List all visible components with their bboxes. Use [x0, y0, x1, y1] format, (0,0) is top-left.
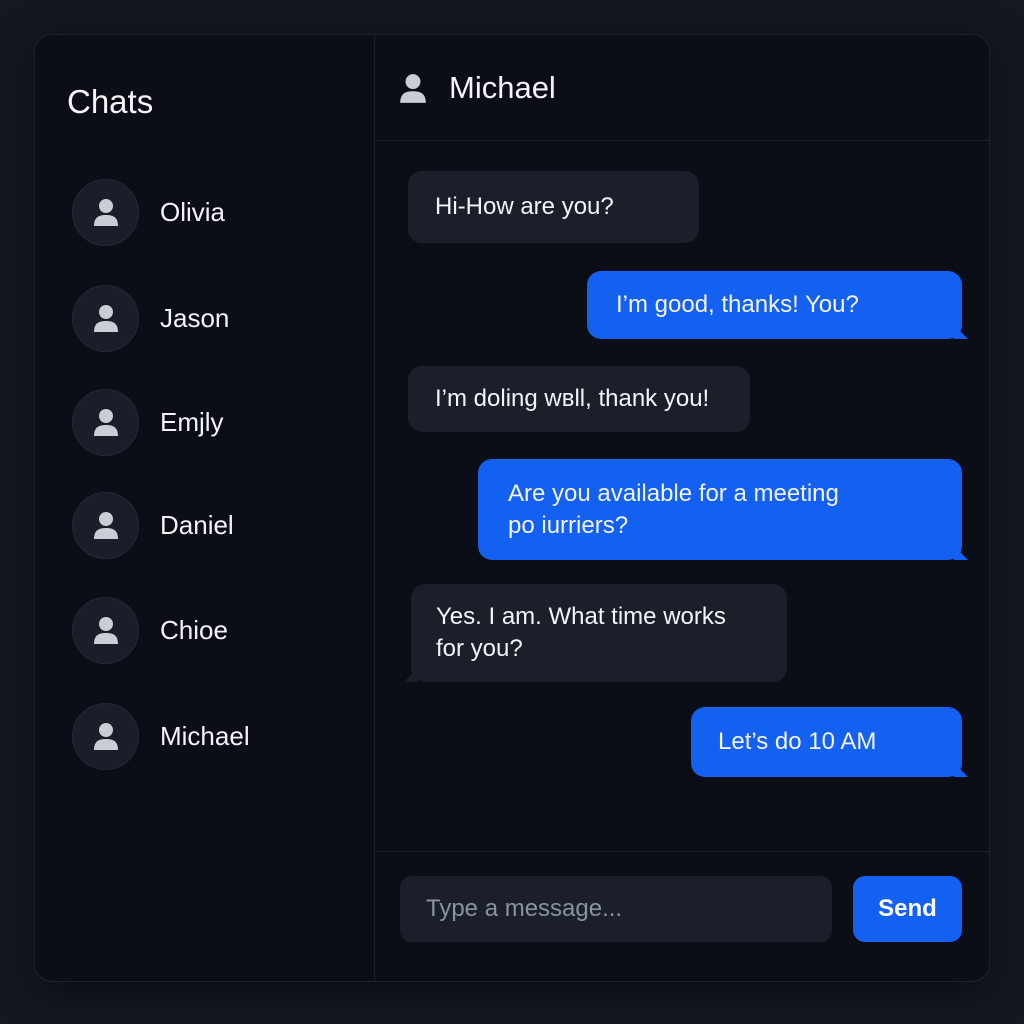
- contact-name: Chioe: [160, 614, 228, 645]
- message-text: I’m doling wвll, thank you!: [435, 385, 710, 412]
- user-icon: [93, 199, 118, 226]
- chat-header: Michael: [375, 35, 989, 141]
- avatar: [72, 178, 139, 246]
- contact-name: Olivia: [160, 196, 226, 227]
- message-text-line: po iurriers?: [508, 511, 629, 539]
- user-icon: [93, 305, 118, 332]
- send-button[interactable]: Send: [853, 876, 962, 942]
- contact-item-michael[interactable]: Michael: [72, 702, 352, 770]
- message-text: Hi-How are you?: [435, 193, 614, 220]
- message-text: I’m good, thanks! You?: [616, 291, 859, 318]
- avatar: [72, 388, 139, 456]
- contact-name: Emjly: [160, 406, 224, 437]
- contact-item-emjly[interactable]: Emjly: [72, 388, 352, 456]
- user-icon: [93, 512, 118, 539]
- message-outgoing: Are you available for a meeting po iurri…: [478, 459, 962, 560]
- contact-name: Jason: [160, 302, 230, 333]
- user-icon: [400, 73, 426, 103]
- message-text-line: Yes. I am. What time works: [436, 603, 726, 630]
- message-outgoing: I’m good, thanks! You?: [587, 271, 962, 339]
- user-icon: [93, 409, 118, 436]
- message-outgoing: Let’s do 10 AM: [691, 707, 962, 777]
- contact-item-daniel[interactable]: Daniel: [72, 491, 352, 559]
- avatar: [72, 596, 139, 664]
- contact-item-jason[interactable]: Jason: [72, 284, 352, 352]
- sidebar-title: Chats: [67, 83, 154, 120]
- avatar: [72, 491, 139, 559]
- contact-name: Michael: [160, 720, 250, 751]
- message-incoming: I’m doling wвll, thank you!: [408, 366, 750, 432]
- chat-window: Chats Olivia Jason Emjly Daniel Chioe Mi…: [34, 34, 990, 982]
- message-incoming: Yes. I am. What time works for you?: [411, 584, 787, 682]
- contact-item-olivia[interactable]: Olivia: [72, 178, 352, 246]
- sidebar: Chats Olivia Jason Emjly Daniel Chioe Mi…: [35, 35, 375, 981]
- message-text-line: Are you available for a meeting: [508, 479, 839, 507]
- avatar: [72, 284, 139, 352]
- composer: Send: [375, 851, 989, 981]
- message-text-line: for you?: [436, 635, 523, 662]
- user-icon: [93, 617, 118, 644]
- contact-item-chioe[interactable]: Chioe: [72, 596, 352, 664]
- contact-name: Daniel: [160, 509, 234, 540]
- avatar: [72, 702, 139, 770]
- chat-contact-name: Michael: [449, 69, 556, 105]
- message-incoming: Hi-How are you?: [408, 171, 699, 243]
- user-icon: [93, 723, 118, 750]
- message-input[interactable]: [400, 876, 832, 942]
- conversation-panel: Michael Hi-How are you? I’m good, thanks…: [375, 35, 989, 981]
- message-text: Let’s do 10 AM: [718, 728, 877, 755]
